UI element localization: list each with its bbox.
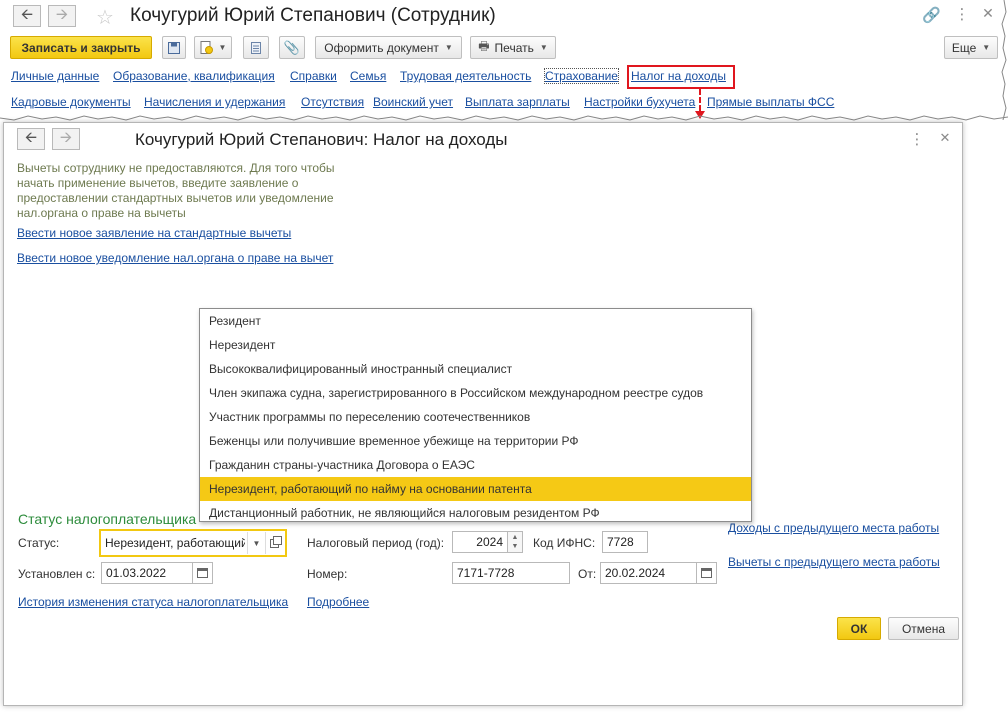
dropdown-option[interactable]: Гражданин страны-участника Договора о ЕА…: [200, 453, 751, 477]
number-label: Номер:: [307, 567, 348, 581]
from-calendar-button[interactable]: [697, 562, 717, 584]
open-form-icon: [270, 535, 282, 548]
nav-insurance[interactable]: Страхование: [544, 68, 619, 84]
period-spinner[interactable]: ▲ ▼: [508, 531, 523, 553]
status-dropdown-list: Резидент Нерезидент Высококвалифицирован…: [199, 308, 752, 522]
list-button[interactable]: [243, 36, 269, 59]
highlight-box: [627, 65, 735, 89]
dialog-forward-button[interactable]: 🡪: [52, 128, 80, 150]
ifns-label: Код ИФНС:: [533, 536, 596, 550]
dialog-back-button[interactable]: 🡨: [17, 128, 45, 150]
window-title: Кочугурий Юрий Степанович (Сотрудник): [130, 5, 496, 26]
chevron-down-icon: ▼: [444, 43, 453, 52]
established-calendar-button[interactable]: [193, 562, 213, 584]
nav-education[interactable]: Образование, квалификация: [113, 69, 275, 83]
arrow-left-icon: 🡨: [24, 128, 38, 146]
period-label: Налоговый период (год):: [307, 536, 445, 550]
nav-military[interactable]: Воинский учет: [373, 95, 453, 109]
dialog-title: Кочугурий Юрий Степанович: Налог на дохо…: [135, 130, 508, 149]
ifns-input[interactable]: 7728: [602, 531, 648, 553]
status-label: Статус:: [18, 536, 60, 550]
nav-work-activity[interactable]: Трудовая деятельность: [400, 69, 531, 83]
dropdown-option-selected[interactable]: Нерезидент, работающий по найму на основ…: [200, 477, 751, 501]
close-icon[interactable]: ✕: [936, 130, 954, 146]
ok-button[interactable]: ОК: [837, 617, 881, 640]
dropdown-option[interactable]: Резидент: [200, 309, 751, 333]
more-label: Еще: [951, 40, 977, 55]
torn-edge: [0, 115, 1008, 121]
nav-salary-payment[interactable]: Выплата зарплаты: [465, 95, 570, 109]
open-form-button[interactable]: [265, 532, 283, 554]
nav-absences[interactable]: Отсутствия: [301, 95, 364, 109]
close-icon[interactable]: ✕: [979, 5, 997, 22]
cancel-button[interactable]: Отмена: [888, 617, 959, 640]
dropdown-option[interactable]: Нерезидент: [200, 333, 751, 357]
established-label: Установлен с:: [18, 567, 96, 581]
more-vertical-icon[interactable]: ⋮: [908, 130, 926, 148]
chevron-down-icon[interactable]: ▼: [247, 532, 265, 554]
nav-accruals[interactable]: Начисления и удержания: [144, 95, 285, 109]
save-button[interactable]: [162, 36, 186, 59]
torn-edge-right: [1001, 0, 1007, 120]
from-date-input[interactable]: 20.02.2024: [600, 562, 697, 584]
attach-icon: 📎: [283, 39, 301, 55]
arrow-right-icon: 🡪: [59, 128, 73, 146]
save-and-close-button[interactable]: Записать и закрыть: [10, 36, 152, 59]
link-icon[interactable]: 🔗: [922, 6, 941, 24]
link-standard-deductions[interactable]: Ввести новое заявление на стандартные вы…: [17, 226, 291, 240]
print-label: Печать: [494, 40, 534, 55]
from-label: От:: [578, 567, 597, 581]
printer-icon: 🖶: [478, 39, 490, 53]
list-icon: [251, 41, 261, 54]
link-status-history[interactable]: История изменения статуса налогоплательщ…: [18, 595, 288, 609]
dropdown-option[interactable]: Высококвалифицированный иностранный спец…: [200, 357, 751, 381]
chevron-down-icon: ▼: [218, 43, 227, 52]
create-document-button[interactable]: Оформить документ ▼: [315, 36, 462, 59]
back-button[interactable]: 🡨: [13, 5, 41, 27]
star-icon[interactable]: ☆: [96, 5, 114, 30]
employee-window: 🡨 🡪 ☆ Кочугурий Юрий Степанович (Сотрудн…: [0, 0, 1008, 122]
arrow-right-icon: 🡪: [55, 5, 69, 23]
established-date-input[interactable]: 01.03.2022: [101, 562, 193, 584]
nav-family[interactable]: Семья: [350, 69, 386, 83]
calendar-icon: [197, 568, 208, 578]
spin-down-icon: ▼: [511, 543, 519, 550]
create-document-label: Оформить документ: [324, 40, 439, 55]
dropdown-option[interactable]: Член экипажа судна, зарегистрированного …: [200, 381, 751, 405]
nav-certificates[interactable]: Справки: [290, 69, 337, 83]
attach-button[interactable]: 📎: [279, 36, 305, 59]
nav-hr-documents[interactable]: Кадровые документы: [11, 95, 131, 109]
period-input[interactable]: 2024: [452, 531, 508, 553]
forward-button[interactable]: 🡪: [48, 5, 76, 27]
link-tax-notice[interactable]: Ввести новое уведомление нал.органа о пр…: [17, 251, 333, 265]
link-more-details[interactable]: Подробнее: [307, 595, 369, 609]
nav-accounting-settings[interactable]: Настройки бухучета: [584, 95, 695, 109]
arrow-left-icon: 🡨: [20, 5, 34, 23]
deductions-hint: Вычеты сотруднику не предоставляются. Дл…: [17, 161, 335, 220]
nav-personal-data[interactable]: Личные данные: [11, 69, 99, 83]
nav-fss-payments[interactable]: Прямые выплаты ФСС: [707, 95, 834, 109]
chevron-down-icon: ▼: [982, 43, 991, 52]
link-prev-income[interactable]: Доходы с предыдущего места работы: [728, 521, 939, 535]
spin-up-icon: ▲: [511, 534, 519, 541]
doc-add-icon: [200, 41, 213, 54]
more-button[interactable]: Еще ▼: [944, 36, 998, 59]
print-button[interactable]: 🖶 Печать ▼: [470, 36, 556, 59]
save-icon: [168, 41, 180, 54]
dropdown-option[interactable]: Дистанционный работник, не являющийся на…: [200, 501, 751, 525]
dropdown-option[interactable]: Участник программы по переселению соотеч…: [200, 405, 751, 429]
dropdown-option[interactable]: Беженцы или получившие временное убежище…: [200, 429, 751, 453]
calendar-icon: [701, 568, 712, 578]
chevron-down-icon: ▼: [539, 43, 548, 52]
status-select[interactable]: Нерезидент, работающий по найму на основ…: [99, 529, 287, 557]
link-prev-deductions[interactable]: Вычеты с предыдущего места работы: [728, 555, 940, 569]
number-input[interactable]: 7171-7728: [452, 562, 570, 584]
section-taxpayer-status: Статус налогоплательщика: [18, 511, 197, 527]
more-vertical-icon[interactable]: ⋮: [953, 5, 971, 23]
highlight-arrow-line: [699, 89, 701, 111]
status-value: Нерезидент, работающий по найму на основ…: [105, 536, 245, 550]
create-based-on-button[interactable]: ▼: [194, 36, 232, 59]
